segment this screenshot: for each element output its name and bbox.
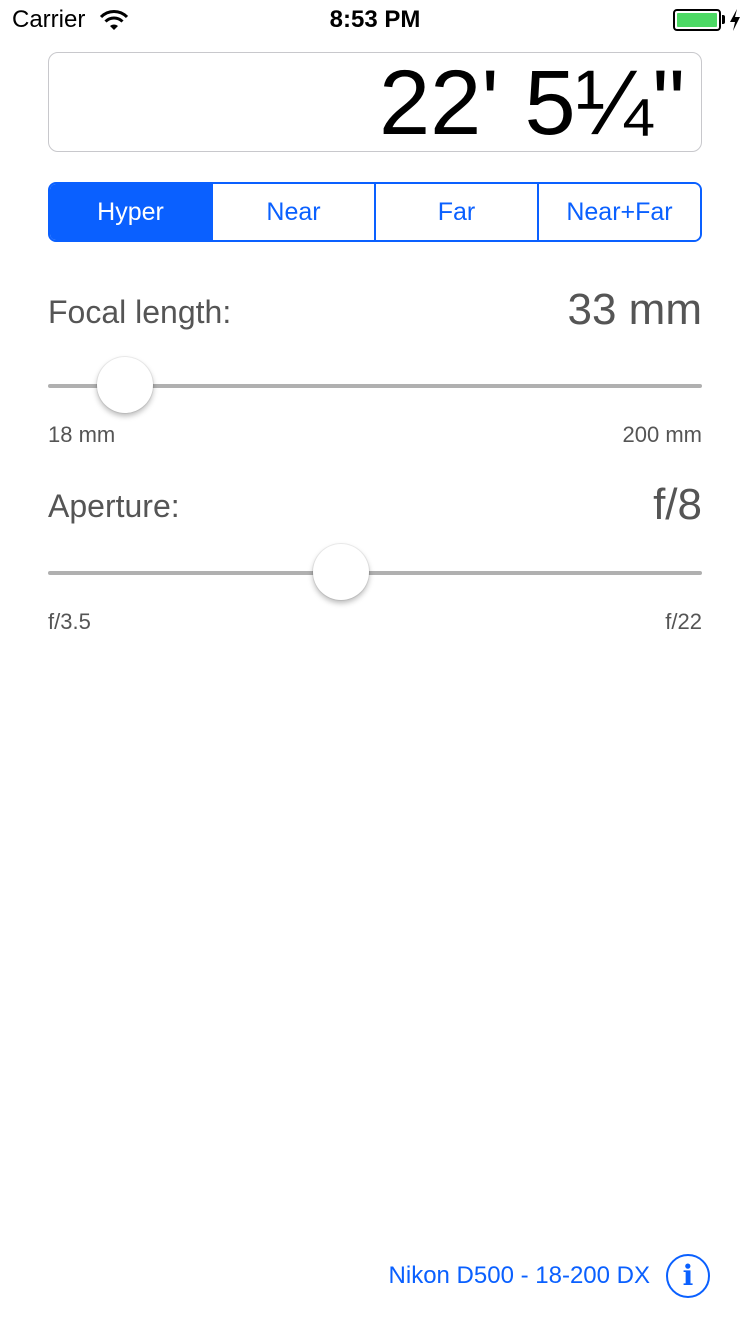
aperture-slider-track[interactable] [48, 571, 702, 575]
mode-segmented-control: Hyper Near Far Near+Far [48, 182, 702, 242]
charging-bolt-icon [730, 9, 740, 31]
focal-length-slider-thumb[interactable] [97, 357, 154, 413]
aperture-slider-thumb[interactable] [313, 544, 370, 600]
aperture-min-label: f/3.5 [48, 609, 91, 634]
segment-near[interactable]: Near [213, 184, 376, 240]
camera-lens-link[interactable]: Nikon D500 - 18-200 DX [389, 1262, 650, 1290]
aperture-max-label: f/22 [665, 609, 702, 634]
focal-length-max-label: 200 mm [622, 422, 702, 447]
distance-result: 22' 5¼" [378, 52, 685, 154]
status-time: 8:53 PM [329, 6, 421, 33]
segment-near-far[interactable]: Near+Far [539, 184, 700, 240]
segment-hyper[interactable]: Hyper [50, 184, 213, 240]
focal-length-min-label: 18 mm [48, 422, 116, 447]
status-bar: Carrier 8:53 PM [0, 0, 750, 40]
focal-length-value: 33 mm [567, 285, 702, 334]
battery-icon [673, 9, 721, 31]
battery-level [677, 13, 717, 27]
info-button[interactable]: i [666, 1254, 710, 1298]
battery-nub [722, 15, 725, 24]
aperture-value: f/8 [653, 480, 702, 529]
info-icon: i [682, 1259, 694, 1292]
result-display: 22' 5¼" [48, 52, 702, 152]
focal-length-label: Focal length: [48, 294, 232, 330]
segment-far[interactable]: Far [376, 184, 539, 240]
aperture-label: Aperture: [48, 488, 180, 524]
